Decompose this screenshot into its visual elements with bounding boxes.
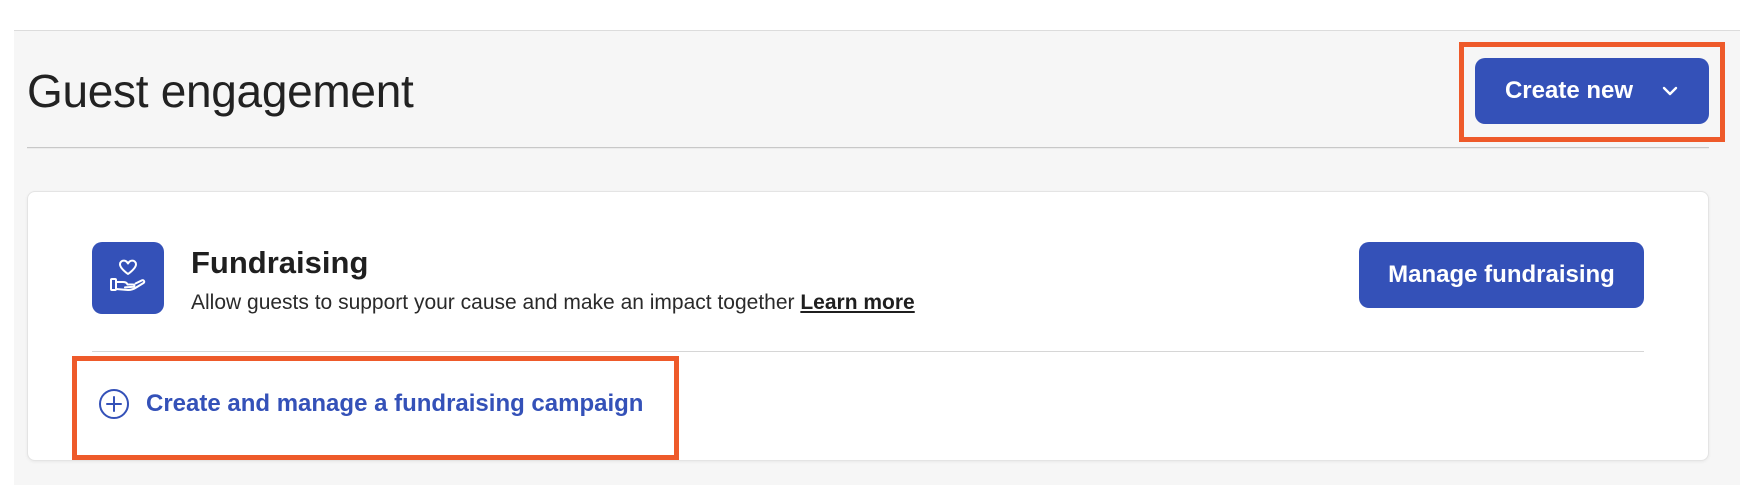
description-text: Allow guests to support your cause and m… bbox=[191, 291, 795, 314]
fundraising-tile bbox=[92, 242, 164, 314]
create-new-label: Create new bbox=[1504, 77, 1634, 104]
chevron-down-icon bbox=[1662, 86, 1678, 96]
card-divider bbox=[92, 351, 1644, 352]
page-title: Guest engagement bbox=[27, 65, 414, 117]
campaign-link-label: Create and manage a fundraising campaign bbox=[146, 390, 644, 417]
plus-circle-icon bbox=[99, 389, 129, 419]
heart-hand-icon bbox=[110, 259, 146, 291]
fundraising-description: Allow guests to support your cause and m… bbox=[191, 289, 915, 316]
create-new-button[interactable]: Create new bbox=[1475, 58, 1709, 124]
create-campaign-link[interactable]: Create and manage a fundraising campaign bbox=[98, 384, 643, 424]
manage-fundraising-button[interactable]: Manage fundraising bbox=[1359, 242, 1644, 308]
page-header: Guest engagement bbox=[27, 30, 1709, 148]
fundraising-title: Fundraising bbox=[191, 245, 369, 280]
learn-more-link[interactable]: Learn more bbox=[800, 291, 914, 314]
